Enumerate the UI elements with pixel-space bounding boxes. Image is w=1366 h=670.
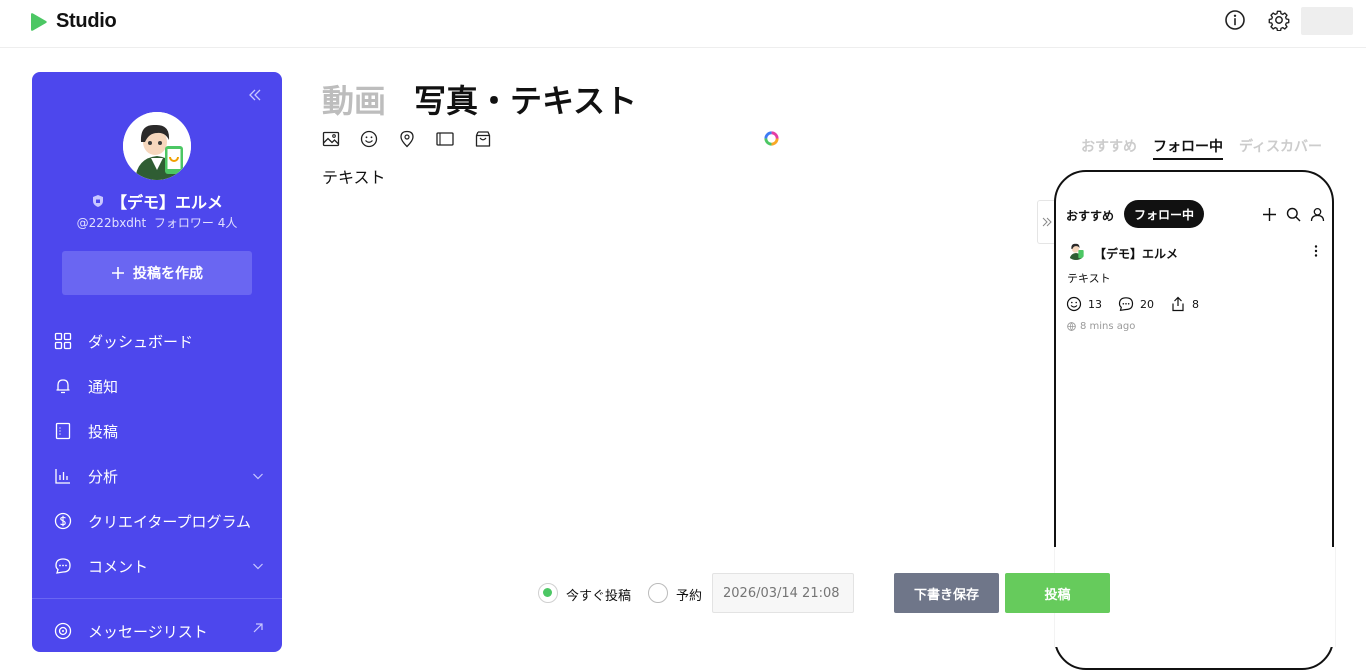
phone-post-time: 8 mins ago: [1067, 321, 1135, 332]
follower-count: フォロワー 4人: [153, 216, 238, 230]
sidebar-item-label: 通知: [88, 377, 119, 396]
save-draft-button[interactable]: 下書き保存: [894, 573, 999, 613]
avatar-illustration: [1066, 240, 1086, 260]
sidebar-item-label: 投稿: [88, 422, 119, 441]
coin-icon: [54, 512, 72, 530]
external-link-icon: [253, 623, 263, 633]
schedule-label: 予約: [676, 589, 703, 604]
chart-icon: [55, 469, 70, 484]
more-vertical-icon: [1314, 245, 1318, 257]
globe-icon: [1067, 322, 1076, 331]
account-menu[interactable]: [1301, 7, 1353, 35]
sidebar-item-message-list[interactable]: メッセージリスト: [54, 616, 264, 646]
phone-post-text: テキスト: [1067, 272, 1111, 285]
composer-toolbar: [322, 130, 492, 148]
emoji-icon: [1066, 296, 1082, 312]
schedule-datetime-input[interactable]: [712, 573, 854, 613]
composer-tabs: 動画 写真・テキスト: [322, 76, 637, 122]
tab-video[interactable]: 動画: [322, 76, 386, 122]
user-icon: [1310, 207, 1325, 222]
image-icon[interactable]: [322, 130, 340, 148]
create-post-button[interactable]: 投稿を作成: [62, 251, 252, 295]
grid-icon: [54, 332, 72, 350]
post-now-label: 今すぐ投稿: [566, 589, 632, 604]
sidebar-item-label: クリエイタープログラム: [88, 512, 252, 531]
collapse-sidebar-icon[interactable]: [248, 88, 262, 102]
publish-bar: 今すぐ投稿 予約 下書き保存 投稿: [0, 573, 1366, 613]
emoji-icon[interactable]: [360, 130, 378, 148]
sidebar: 【デモ】エルメ @222bxdht フォロワー 4人 投稿を作成 ダッシュボード…: [32, 72, 282, 652]
phone-post-author: 【デモ】エルメ: [1094, 247, 1179, 261]
post-icon: [55, 422, 71, 440]
plus-icon: [112, 267, 124, 279]
sidebar-item-creator-program[interactable]: クリエイタープログラム: [54, 506, 264, 536]
shield-badge-icon: [92, 195, 103, 207]
info-icon[interactable]: [1224, 9, 1246, 31]
phone-post-avatar: [1066, 240, 1086, 260]
sidebar-item-label: ダッシュボード: [88, 332, 194, 351]
comment-count: 20: [1140, 297, 1154, 311]
avatar[interactable]: [123, 112, 191, 180]
top-bar: Studio: [0, 0, 1366, 48]
sidebar-item-label: 分析: [88, 467, 119, 486]
sidebar-item-posts[interactable]: 投稿: [54, 416, 264, 446]
comment-icon: [1118, 297, 1134, 312]
sidebar-item-label: メッセージリスト: [88, 622, 208, 641]
post-button[interactable]: 投稿: [1005, 573, 1110, 613]
sidebar-item-notifications[interactable]: 通知: [54, 371, 264, 401]
profile-name: 【デモ】エルメ: [32, 189, 282, 213]
studio-logo[interactable]: Studio: [30, 10, 117, 33]
broadcast-icon: [54, 622, 72, 640]
share-count: 8: [1192, 297, 1199, 311]
plus-icon: [1263, 208, 1276, 221]
play-logo-icon: [31, 12, 47, 31]
shopping-bag-icon[interactable]: [474, 130, 492, 148]
chevron-double-right-icon: [1042, 217, 1052, 227]
chevron-down-icon: [253, 563, 263, 570]
phone-tab-following: フォロー中: [1124, 200, 1205, 228]
schedule-radio[interactable]: [648, 583, 668, 603]
preview-tab-discover[interactable]: ディスカバー: [1239, 136, 1322, 160]
location-icon[interactable]: [398, 130, 416, 148]
avatar-illustration: [123, 112, 191, 180]
sidebar-item-dashboard[interactable]: ダッシュボード: [54, 326, 264, 356]
gear-icon[interactable]: [1268, 9, 1290, 31]
preview-tab-recommended[interactable]: おすすめ: [1081, 136, 1137, 160]
phone-tab-recommended: おすすめ: [1066, 209, 1115, 223]
sidebar-item-analytics[interactable]: 分析: [54, 461, 264, 491]
preview-tab-following[interactable]: フォロー中: [1153, 136, 1223, 160]
expand-preview-button[interactable]: [1037, 200, 1055, 244]
chevron-down-icon: [253, 473, 263, 480]
profile-meta: @222bxdht フォロワー 4人: [32, 214, 282, 231]
phone-post-time-text: 8 mins ago: [1080, 321, 1136, 332]
preview-tabs: おすすめ フォロー中 ディスカバー: [1081, 136, 1322, 160]
create-post-label: 投稿を作成: [133, 266, 203, 282]
profile-name-text: 【デモ】エルメ: [110, 193, 223, 212]
post-text-input[interactable]: テキスト: [322, 164, 386, 188]
like-count: 13: [1088, 297, 1102, 311]
profile-handle: @222bxdht: [76, 216, 147, 230]
app-name: Studio: [56, 10, 117, 32]
phone-post-stats: 13 20 8: [1066, 296, 1209, 312]
share-icon: [1172, 296, 1184, 312]
bell-icon: [56, 379, 70, 394]
post-now-radio[interactable]: [538, 583, 558, 603]
tab-photo-text[interactable]: 写真・テキスト: [414, 76, 637, 122]
search-icon: [1286, 207, 1301, 222]
color-wheel-icon[interactable]: [763, 130, 780, 147]
frame-icon[interactable]: [436, 130, 454, 148]
